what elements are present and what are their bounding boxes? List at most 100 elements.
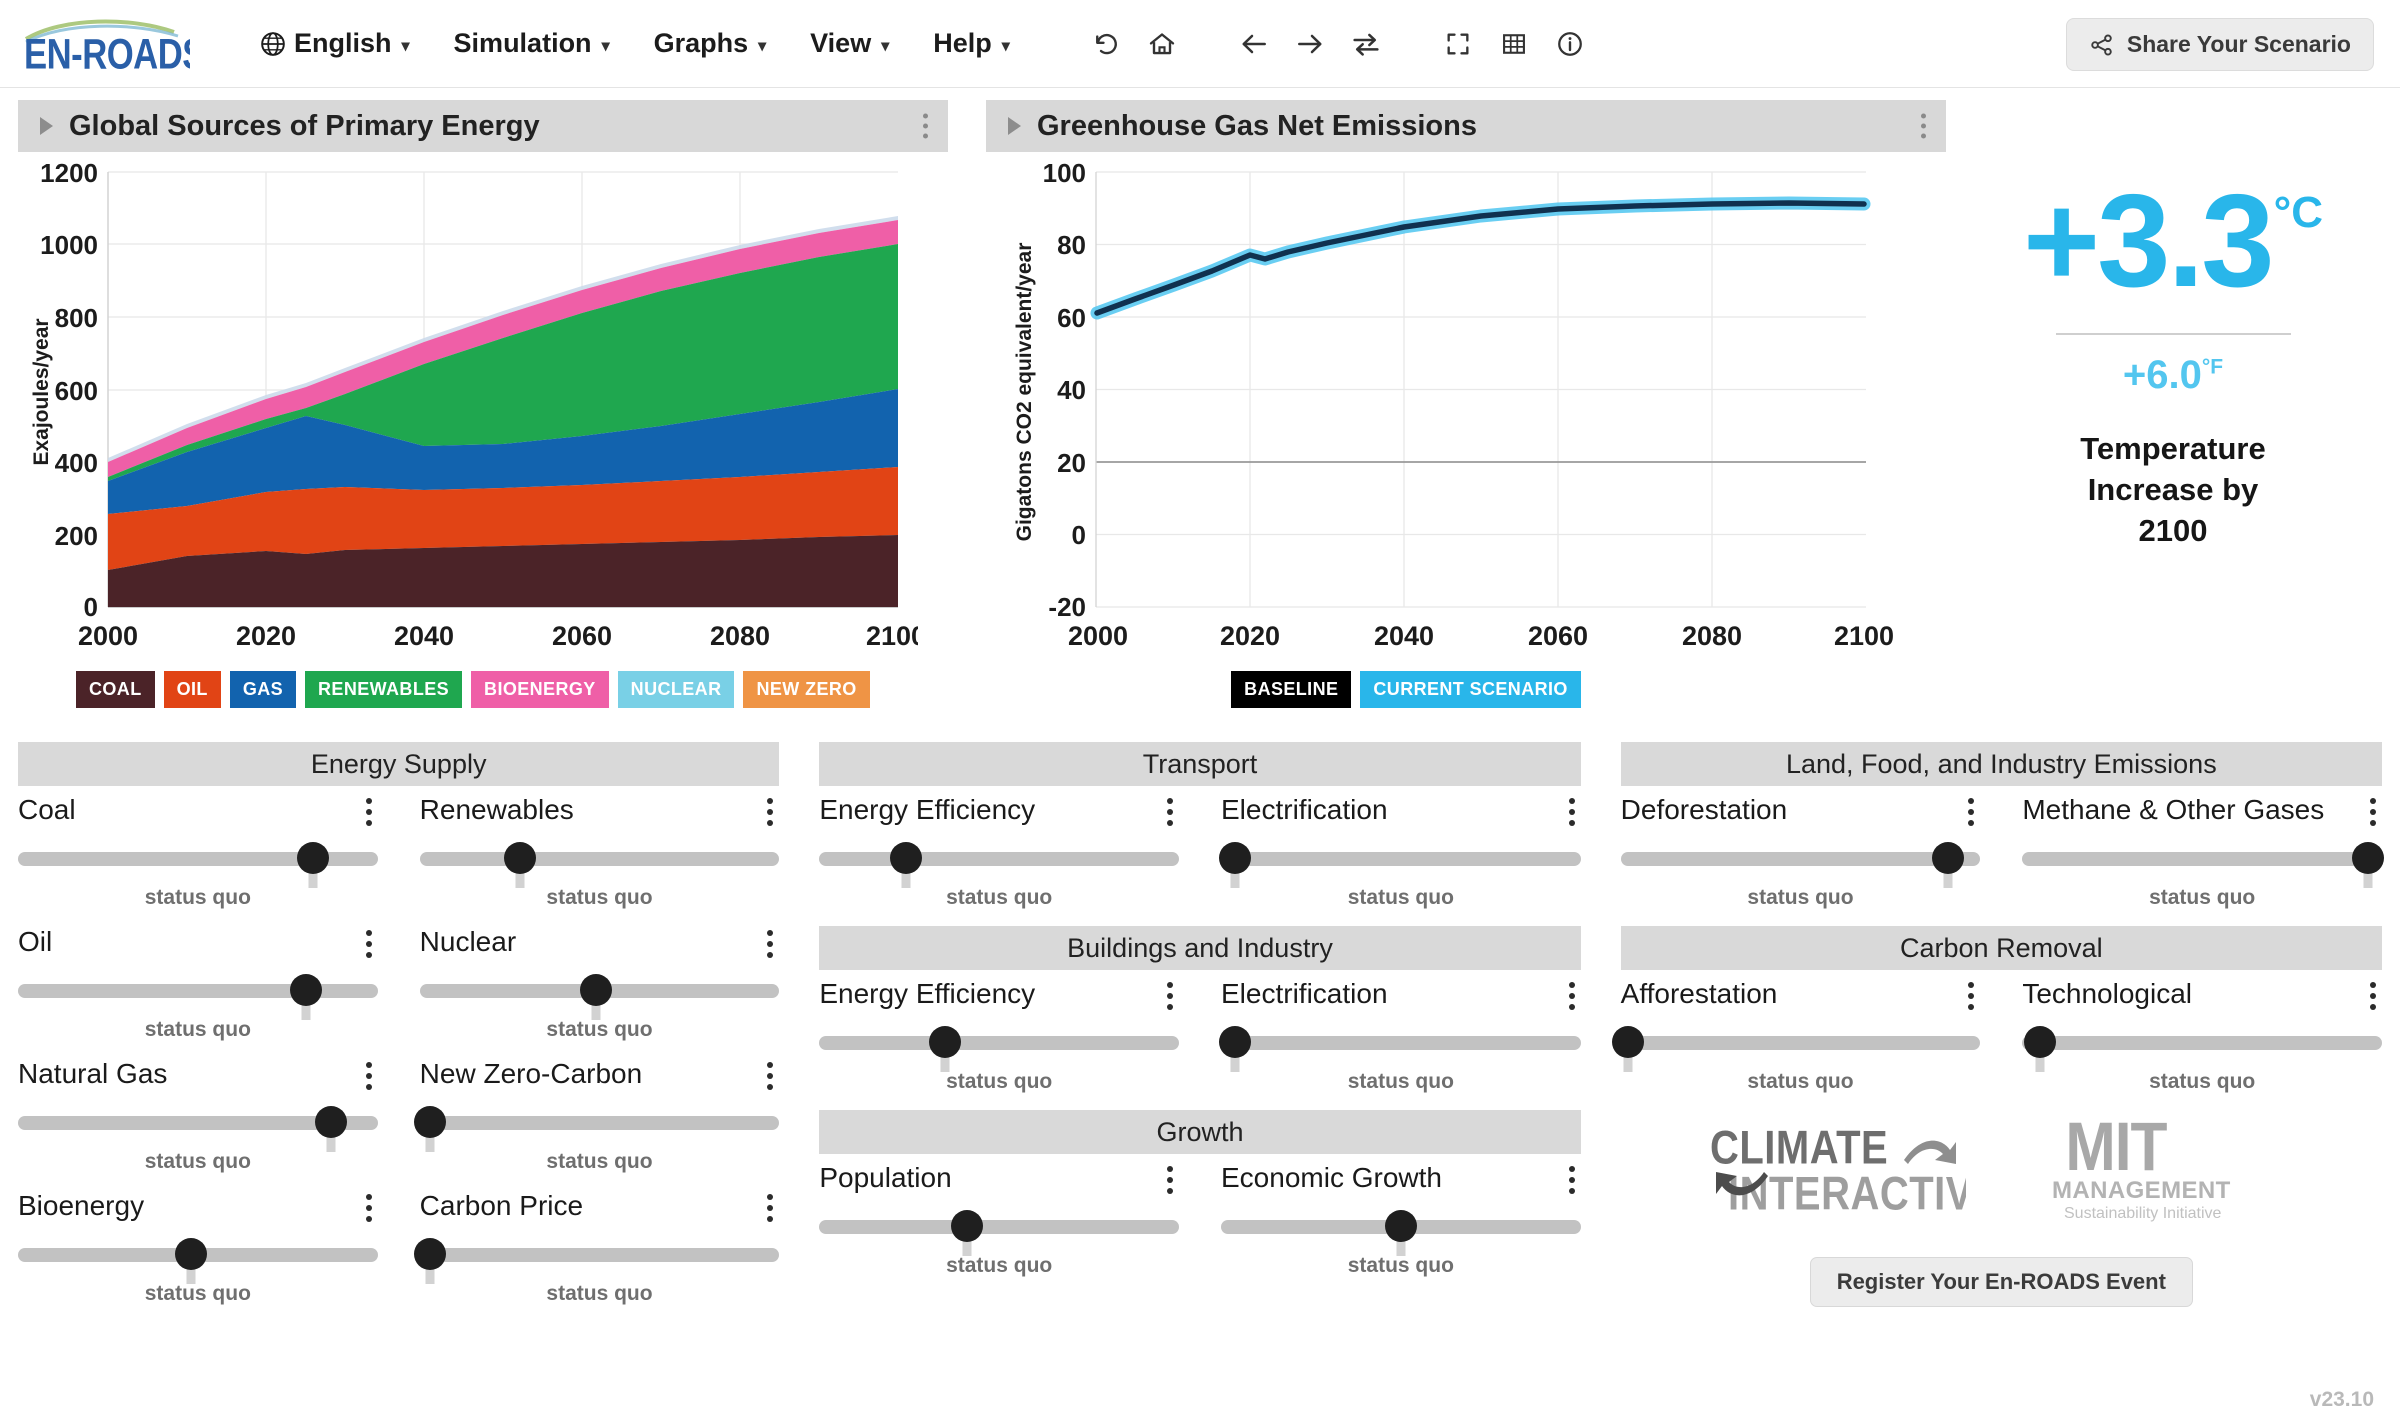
slider-handle[interactable] <box>929 1026 962 1058</box>
slider-handle[interactable] <box>579 974 612 1006</box>
info-icon[interactable] <box>1542 18 1598 70</box>
slider-track[interactable] <box>819 1036 1179 1050</box>
table-view-icon[interactable] <box>1486 18 1542 70</box>
slider-options-kebab-icon[interactable] <box>761 794 779 826</box>
slider-handle[interactable] <box>296 842 329 874</box>
nav-item-help[interactable]: Help ▾ <box>911 20 1032 67</box>
legend-chip-coal[interactable]: COAL <box>76 671 155 708</box>
slider-track-area[interactable] <box>1219 842 1581 888</box>
legend-chip-new-zero[interactable]: NEW ZERO <box>743 671 870 708</box>
slider-track-area[interactable] <box>819 1210 1179 1256</box>
slider-handle[interactable] <box>314 1106 347 1138</box>
slider-track-area[interactable] <box>18 842 378 888</box>
back-arrow-icon[interactable] <box>1226 18 1282 70</box>
slider-handle[interactable] <box>1611 1026 1644 1058</box>
slider-handle[interactable] <box>414 1106 447 1138</box>
register-event-button[interactable]: Register Your En-ROADS Event <box>1809 1257 2193 1307</box>
share-scenario-button[interactable]: Share Your Scenario <box>2065 18 2374 71</box>
slider-handle[interactable] <box>1931 842 1964 874</box>
slider-handle[interactable] <box>1219 1026 1252 1058</box>
swap-scenario-icon[interactable] <box>1338 18 1394 70</box>
slider-options-kebab-icon[interactable] <box>360 794 378 826</box>
slider-track[interactable] <box>1620 1036 1981 1050</box>
slider-track-area[interactable] <box>2022 842 2384 888</box>
legend-chip-bioenergy[interactable]: BIOENERGY <box>471 671 609 708</box>
slider-track-area[interactable] <box>819 1026 1179 1072</box>
nav-item-view[interactable]: View ▾ <box>788 20 911 67</box>
nav-item-english[interactable]: English ▾ <box>238 20 432 67</box>
slider-track-area[interactable] <box>419 842 780 888</box>
slider-track[interactable] <box>2022 852 2382 866</box>
slider-handle[interactable] <box>289 974 322 1006</box>
undo-icon[interactable] <box>1078 18 1134 70</box>
slider-track-area[interactable] <box>1221 1210 1581 1256</box>
slider-options-kebab-icon[interactable] <box>2364 794 2382 826</box>
slider-track-area[interactable] <box>18 1106 378 1152</box>
slider-handle[interactable] <box>2351 842 2384 874</box>
slider-track[interactable] <box>819 852 1179 866</box>
slider-options-kebab-icon[interactable] <box>2364 978 2382 1010</box>
slider-track[interactable] <box>819 1220 1179 1234</box>
slider-options-kebab-icon[interactable] <box>1161 794 1179 826</box>
legend-chip-baseline[interactable]: BASELINE <box>1231 671 1352 708</box>
slider-track[interactable] <box>1221 852 1581 866</box>
slider-track-area[interactable] <box>414 1238 780 1284</box>
climate-interactive-logo[interactable]: CLIMATE INTERACTIVE <box>1706 1120 2000 1235</box>
slider-track-area[interactable] <box>1219 1026 1581 1072</box>
slider-handle[interactable] <box>504 842 537 874</box>
legend-chip-nuclear[interactable]: NUCLEAR <box>617 671 735 708</box>
legend-chip-renewables[interactable]: RENEWABLES <box>305 671 463 708</box>
slider-track[interactable] <box>419 852 780 866</box>
slider-options-kebab-icon[interactable] <box>1161 1162 1179 1194</box>
slider-options-kebab-icon[interactable] <box>761 1058 779 1090</box>
legend-chip-gas[interactable]: GAS <box>229 671 297 708</box>
slider-track-area[interactable] <box>1611 1026 1981 1072</box>
home-icon[interactable] <box>1134 18 1190 70</box>
chart-header-ghg-emissions[interactable]: Greenhouse Gas Net Emissions <box>986 100 1946 152</box>
slider-options-kebab-icon[interactable] <box>1161 978 1179 1010</box>
chart-options-kebab-icon[interactable] <box>923 113 928 139</box>
slider-track[interactable] <box>419 1116 780 1130</box>
slider-options-kebab-icon[interactable] <box>1563 1162 1581 1194</box>
slider-track[interactable] <box>18 984 378 998</box>
slider-handle[interactable] <box>1219 842 1252 874</box>
nav-item-simulation[interactable]: Simulation ▾ <box>432 20 632 67</box>
forward-arrow-icon[interactable] <box>1282 18 1338 70</box>
slider-track[interactable] <box>2022 1036 2382 1050</box>
legend-chip-current-scenario[interactable]: CURRENT SCENARIO <box>1360 671 1581 708</box>
slider-track-area[interactable] <box>1620 842 1981 888</box>
slider-handle[interactable] <box>2024 1026 2057 1058</box>
slider-track-area[interactable] <box>18 974 378 1020</box>
slider-options-kebab-icon[interactable] <box>1563 978 1581 1010</box>
slider-options-kebab-icon[interactable] <box>761 926 779 958</box>
enroads-logo[interactable]: EN-ROADS <box>22 13 192 75</box>
slider-options-kebab-icon[interactable] <box>360 926 378 958</box>
slider-options-kebab-icon[interactable] <box>360 1058 378 1090</box>
slider-handle[interactable] <box>414 1238 447 1270</box>
slider-track[interactable] <box>419 1248 780 1262</box>
slider-handle[interactable] <box>889 842 922 874</box>
slider-track-area[interactable] <box>2022 1026 2382 1072</box>
slider-handle[interactable] <box>950 1210 983 1242</box>
slider-options-kebab-icon[interactable] <box>360 1190 378 1222</box>
slider-options-kebab-icon[interactable] <box>1962 978 1980 1010</box>
mit-sustainability-logo[interactable]: MIT MANAGEMENT Sustainability Initiative <box>2046 1109 2296 1235</box>
slider-track-area[interactable] <box>419 974 780 1020</box>
collapse-triangle-icon[interactable] <box>1008 117 1021 135</box>
slider-track[interactable] <box>1221 1036 1581 1050</box>
collapse-triangle-icon[interactable] <box>40 117 53 135</box>
chart-header-primary-energy[interactable]: Global Sources of Primary Energy <box>18 100 948 152</box>
slider-handle[interactable] <box>1384 1210 1417 1242</box>
slider-track[interactable] <box>1620 852 1981 866</box>
slider-options-kebab-icon[interactable] <box>1563 794 1581 826</box>
slider-handle[interactable] <box>174 1238 207 1270</box>
slider-track-area[interactable] <box>414 1106 780 1152</box>
slider-track-area[interactable] <box>18 1238 378 1284</box>
nav-item-graphs[interactable]: Graphs ▾ <box>632 20 789 67</box>
slider-track-area[interactable] <box>819 842 1179 888</box>
slider-options-kebab-icon[interactable] <box>1962 794 1980 826</box>
chart-options-kebab-icon[interactable] <box>1921 113 1926 139</box>
legend-chip-oil[interactable]: OIL <box>163 671 221 708</box>
fullscreen-icon[interactable] <box>1430 18 1486 70</box>
slider-options-kebab-icon[interactable] <box>761 1190 779 1222</box>
